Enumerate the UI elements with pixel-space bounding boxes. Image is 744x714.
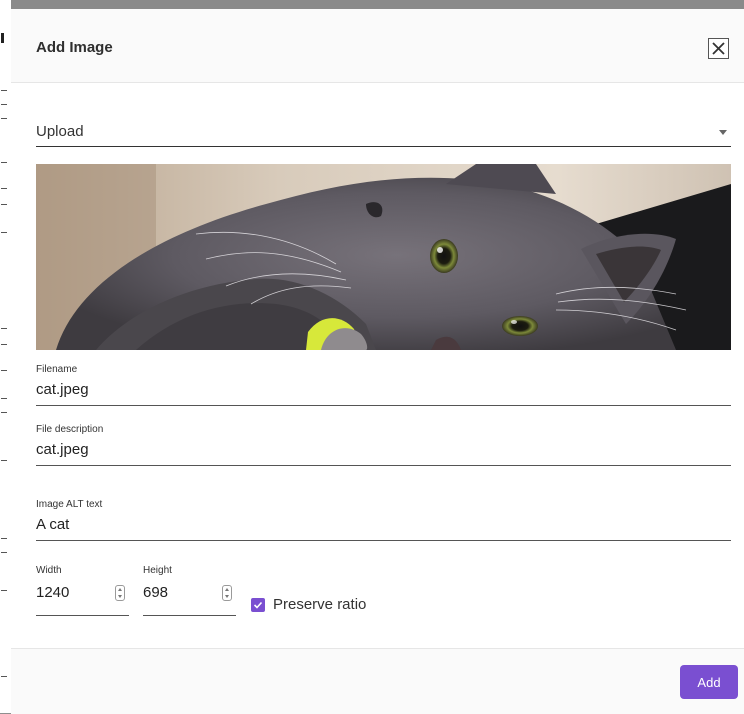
height-input[interactable]: 698: [143, 584, 168, 601]
background-document: [0, 0, 11, 713]
height-field[interactable]: Height 698: [143, 565, 236, 616]
preserve-ratio-checkbox[interactable]: [251, 598, 265, 612]
file-description-field[interactable]: File description cat.jpeg: [36, 422, 731, 466]
filename-field[interactable]: Filename cat.jpeg: [36, 362, 731, 406]
height-stepper-icon[interactable]: [222, 585, 232, 601]
height-label: Height: [143, 565, 172, 576]
alt-text-label: Image ALT text: [36, 499, 103, 510]
close-icon: [712, 42, 725, 55]
alt-text-field[interactable]: Image ALT text A cat: [36, 497, 731, 541]
image-preview: [36, 164, 731, 350]
width-input[interactable]: 1240: [36, 584, 69, 601]
dialog-header: Add Image: [11, 9, 744, 83]
source-select[interactable]: Upload: [36, 121, 731, 147]
add-image-dialog: Add Image Upload Filename cat.jpeg File …: [11, 9, 744, 714]
backdrop-top: [0, 0, 744, 9]
filename-input[interactable]: cat.jpeg: [36, 381, 89, 398]
file-description-input[interactable]: cat.jpeg: [36, 441, 89, 458]
width-field[interactable]: Width 1240: [36, 565, 129, 616]
alt-text-input[interactable]: A cat: [36, 516, 69, 533]
preserve-ratio-label[interactable]: Preserve ratio: [273, 596, 366, 613]
add-button[interactable]: Add: [680, 665, 738, 699]
file-description-label: File description: [36, 424, 104, 435]
source-select-value: Upload: [36, 123, 84, 140]
cat-photo: [36, 164, 731, 350]
width-label: Width: [36, 565, 62, 576]
width-stepper-icon[interactable]: [115, 585, 125, 601]
close-button[interactable]: [708, 38, 729, 59]
chevron-down-icon: [719, 130, 727, 135]
dialog-footer: Add: [11, 648, 744, 714]
dialog-title: Add Image: [36, 39, 113, 56]
checkmark-icon: [253, 601, 263, 609]
filename-label: Filename: [36, 364, 78, 375]
